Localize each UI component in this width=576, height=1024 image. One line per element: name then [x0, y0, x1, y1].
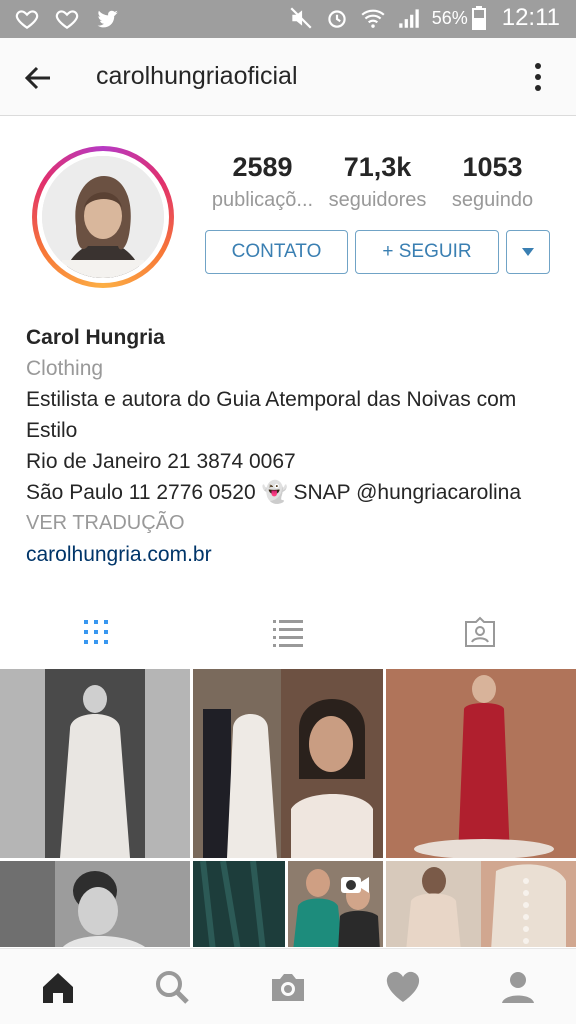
grid-photo[interactable] — [288, 861, 383, 947]
list-icon[interactable] — [270, 614, 306, 650]
heart-outline-icon — [55, 10, 79, 29]
top-app-bar: carolhungriaoficial — [0, 38, 576, 116]
profile-view-tabs — [0, 604, 576, 660]
following-label: seguindo — [451, 189, 534, 211]
twitter-icon — [97, 10, 118, 28]
heart-outline-icon — [15, 10, 39, 29]
bio-line: Estilista e autora do Guia Atemporal das… — [26, 388, 517, 411]
home-icon[interactable] — [38, 967, 78, 1007]
contact-button[interactable]: CONTATO — [205, 230, 348, 274]
posts-label: publicaçõ... — [211, 189, 314, 211]
grid-photo[interactable] — [0, 669, 190, 858]
followers-label: seguidores — [328, 189, 427, 211]
tagged-icon[interactable] — [462, 614, 498, 650]
website-link[interactable]: carolhungria.com.br — [26, 539, 566, 570]
grid-photo[interactable] — [0, 861, 190, 947]
grid-photo[interactable] — [386, 669, 576, 858]
see-translation-link[interactable]: VER TRADUÇÃO — [26, 508, 566, 539]
back-arrow-icon[interactable] — [20, 60, 56, 96]
bio-line: Rio de Janeiro 21 3874 0067 — [26, 450, 296, 473]
heart-icon[interactable] — [383, 967, 423, 1007]
grid-photo[interactable] — [193, 669, 383, 858]
stat-posts[interactable]: 2589 publicaçõ... — [205, 152, 320, 212]
profile-stats: 2589 publicaçõ... 71,3k seguidores 1053 … — [205, 152, 550, 212]
bio-line: Estilo — [26, 419, 78, 442]
stat-followers[interactable]: 71,3k seguidores — [320, 152, 435, 212]
avatar-story-ring[interactable] — [32, 146, 174, 288]
grid-photo[interactable] — [193, 861, 285, 947]
profile-bio: Carol Hungria Clothing Estilista e autor… — [26, 322, 566, 570]
grid-photo[interactable] — [386, 861, 576, 947]
suggestions-dropdown-button[interactable] — [506, 230, 550, 274]
status-bar: 56% 12:11 — [0, 0, 576, 38]
profile-username: carolhungriaoficial — [96, 62, 298, 90]
following-count: 1053 — [462, 152, 523, 182]
avatar — [42, 156, 164, 278]
profile-icon[interactable] — [498, 967, 538, 1007]
search-icon[interactable] — [152, 967, 192, 1007]
signal-icon — [398, 9, 419, 28]
photo-grid — [0, 669, 576, 947]
more-options-icon[interactable] — [528, 60, 548, 96]
profile-category: Clothing — [26, 357, 104, 380]
battery-icon — [471, 6, 486, 30]
profile-full-name: Carol Hungria — [26, 326, 165, 349]
follow-button[interactable]: + SEGUIR — [355, 230, 499, 274]
battery-indicator: 56% — [432, 6, 486, 30]
stat-following[interactable]: 1053 seguindo — [435, 152, 550, 212]
clock: 12:11 — [501, 4, 560, 31]
wifi-icon — [361, 9, 385, 28]
video-camera-icon — [341, 877, 369, 893]
mute-icon — [290, 7, 312, 29]
followers-count: 71,3k — [343, 152, 412, 182]
battery-percent: 56% — [431, 7, 468, 28]
camera-icon[interactable] — [268, 967, 308, 1007]
grid-icon[interactable] — [78, 614, 114, 650]
bottom-navigation — [0, 948, 576, 1024]
caret-down-icon — [522, 248, 534, 256]
alarm-icon — [328, 10, 346, 28]
bio-line: São Paulo 11 2776 0520 👻 SNAP @hungriaca… — [26, 481, 522, 504]
posts-count: 2589 — [232, 152, 293, 182]
